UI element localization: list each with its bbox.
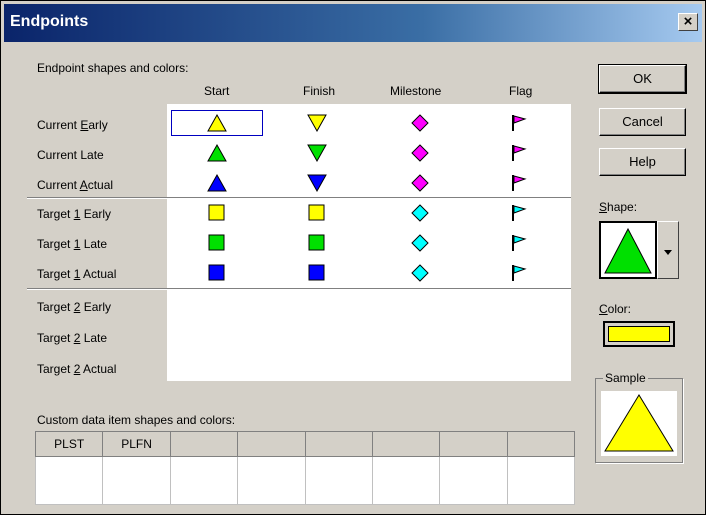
current-actual-milestone-diamond-icon[interactable]: [411, 174, 429, 192]
target1-actual-milestone-diamond-icon[interactable]: [411, 264, 429, 282]
column-header-milestone: Milestone: [390, 84, 442, 98]
current-late-flag-icon[interactable]: [511, 144, 527, 162]
target1-early-start-square-icon[interactable]: [208, 204, 226, 222]
color-label: Color:: [599, 302, 632, 316]
current-actual-flag-icon[interactable]: [511, 174, 527, 192]
target1-actual-start-square-icon[interactable]: [208, 264, 226, 282]
custom-cell[interactable]: [34, 456, 104, 505]
current-early-finish-triangle-icon[interactable]: [307, 114, 327, 132]
custom-cell[interactable]: [439, 456, 508, 505]
custom-cell[interactable]: [304, 456, 373, 505]
custom-cell[interactable]: [371, 456, 441, 505]
custom-cell[interactable]: [102, 456, 171, 505]
current-late-start-triangle-icon[interactable]: [207, 144, 227, 162]
title-bar: Endpoints ×: [4, 4, 702, 42]
custom-column-header[interactable]: [237, 431, 306, 457]
shape-label: Shape:: [599, 200, 638, 214]
row-label-target2-late[interactable]: Target 2 Late: [37, 331, 107, 345]
current-actual-start-triangle-icon[interactable]: [207, 174, 227, 192]
triangle-shape-icon: [604, 227, 652, 274]
current-late-milestone-diamond-icon[interactable]: [411, 144, 429, 162]
target1-early-milestone-diamond-icon[interactable]: [411, 204, 429, 222]
column-header-flag: Flag: [509, 84, 533, 98]
shape-dropdown-button[interactable]: [657, 221, 679, 279]
custom-column-header[interactable]: PLFN: [102, 431, 171, 457]
group-separator: [27, 288, 571, 290]
cancel-button[interactable]: Cancel: [599, 108, 686, 136]
target1-late-start-square-icon[interactable]: [208, 234, 226, 252]
sample-triangle-icon: [604, 394, 674, 452]
target1-late-finish-square-icon[interactable]: [308, 234, 326, 252]
current-early-flag-icon[interactable]: [511, 114, 527, 132]
current-early-start-triangle-icon[interactable]: [207, 114, 227, 132]
current-actual-finish-triangle-icon[interactable]: [307, 174, 327, 192]
close-button[interactable]: ×: [678, 13, 698, 31]
row-label-current-late[interactable]: Current Late: [37, 148, 104, 162]
custom-items-grid: PLST PLFN: [34, 431, 576, 505]
row-label-current-actual[interactable]: Current Actual: [37, 178, 113, 192]
custom-column-header[interactable]: PLST: [34, 431, 104, 457]
color-selector[interactable]: [603, 321, 675, 347]
row-label-current-early[interactable]: Current Early: [37, 118, 108, 132]
column-header-finish: Finish: [303, 84, 336, 98]
target1-late-milestone-diamond-icon[interactable]: [411, 234, 429, 252]
custom-column-header[interactable]: [304, 431, 373, 457]
target1-late-flag-icon[interactable]: [511, 234, 527, 252]
row-label-target1-late[interactable]: Target 1 Late: [37, 237, 107, 251]
row-label-target1-early[interactable]: Target 1 Early: [37, 207, 111, 221]
row-label-target2-actual[interactable]: Target 2 Actual: [37, 362, 116, 376]
custom-column-header[interactable]: [506, 431, 576, 457]
column-header-start: Start: [204, 84, 230, 98]
target1-early-flag-icon[interactable]: [511, 204, 527, 222]
ok-button[interactable]: OK: [598, 64, 687, 94]
chevron-down-icon: [664, 250, 672, 255]
current-early-milestone-diamond-icon[interactable]: [411, 114, 429, 132]
color-swatch: [608, 326, 670, 342]
close-icon: ×: [683, 13, 693, 30]
sample-preview: [601, 391, 677, 456]
custom-column-header[interactable]: [169, 431, 239, 457]
custom-cell[interactable]: [237, 456, 306, 505]
current-late-finish-triangle-icon[interactable]: [307, 144, 327, 162]
row-label-target2-early[interactable]: Target 2 Early: [37, 300, 111, 314]
sample-label: Sample: [603, 371, 648, 385]
dialog-title: Endpoints: [10, 13, 89, 30]
custom-column-header[interactable]: [439, 431, 508, 457]
target1-actual-flag-icon[interactable]: [511, 264, 527, 282]
target1-actual-finish-square-icon[interactable]: [308, 264, 326, 282]
target1-early-finish-square-icon[interactable]: [308, 204, 326, 222]
group-separator: [27, 197, 571, 199]
shape-selector[interactable]: [599, 221, 657, 279]
endpoints-dialog: Endpoints × Endpoint shapes and colors: …: [0, 0, 706, 515]
row-label-target1-actual[interactable]: Target 1 Actual: [37, 267, 116, 281]
custom-column-header[interactable]: [371, 431, 441, 457]
help-button[interactable]: Help: [599, 148, 686, 176]
custom-cell[interactable]: [506, 456, 576, 505]
custom-cell[interactable]: [169, 456, 239, 505]
custom-section-label: Custom data item shapes and colors:: [37, 413, 236, 427]
endpoint-section-label: Endpoint shapes and colors:: [37, 61, 189, 75]
